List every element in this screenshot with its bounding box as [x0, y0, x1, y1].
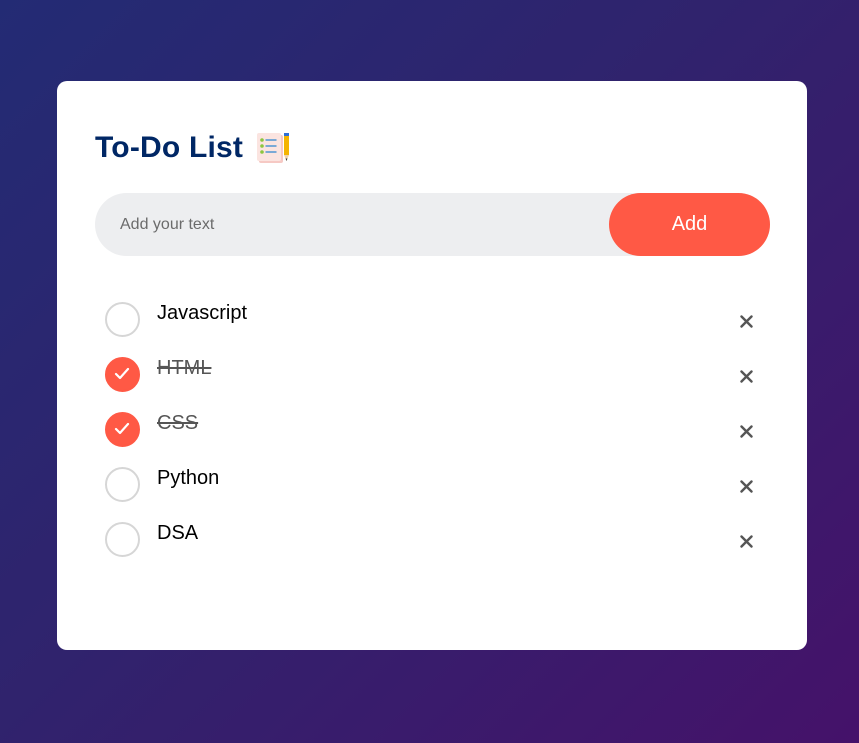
task-item[interactable]: Javascript [105, 300, 757, 355]
add-task-row: Add [95, 193, 770, 256]
task-checkbox[interactable] [105, 412, 140, 447]
app-title: To-Do List [95, 131, 244, 164]
checkmark-icon [114, 422, 130, 435]
app-header: To-Do List [95, 129, 293, 167]
checklist-notepad-icon [257, 133, 290, 163]
task-text: CSS [157, 412, 199, 434]
task-text: DSA [157, 522, 199, 544]
task-list: Javascript HTML CSS Python DSA [105, 300, 757, 575]
task-checkbox[interactable] [105, 302, 140, 337]
todo-app-card: To-Do List Add Javascript HTML [57, 81, 807, 650]
checkmark-icon [114, 367, 130, 380]
task-checkbox[interactable] [105, 467, 140, 502]
close-icon[interactable] [735, 530, 757, 552]
task-checkbox[interactable] [105, 522, 140, 557]
close-icon[interactable] [735, 420, 757, 442]
task-checkbox[interactable] [105, 357, 140, 392]
task-item[interactable]: CSS [105, 410, 757, 465]
task-text: HTML [157, 357, 212, 379]
close-icon[interactable] [735, 475, 757, 497]
close-icon[interactable] [735, 365, 757, 387]
task-item[interactable]: HTML [105, 355, 757, 410]
task-item[interactable]: Python [105, 465, 757, 520]
task-text: Javascript [157, 302, 248, 324]
task-text: Python [157, 467, 220, 489]
add-button[interactable]: Add [609, 193, 770, 256]
task-item[interactable]: DSA [105, 520, 757, 575]
close-icon[interactable] [735, 310, 757, 332]
task-input[interactable] [95, 215, 609, 234]
